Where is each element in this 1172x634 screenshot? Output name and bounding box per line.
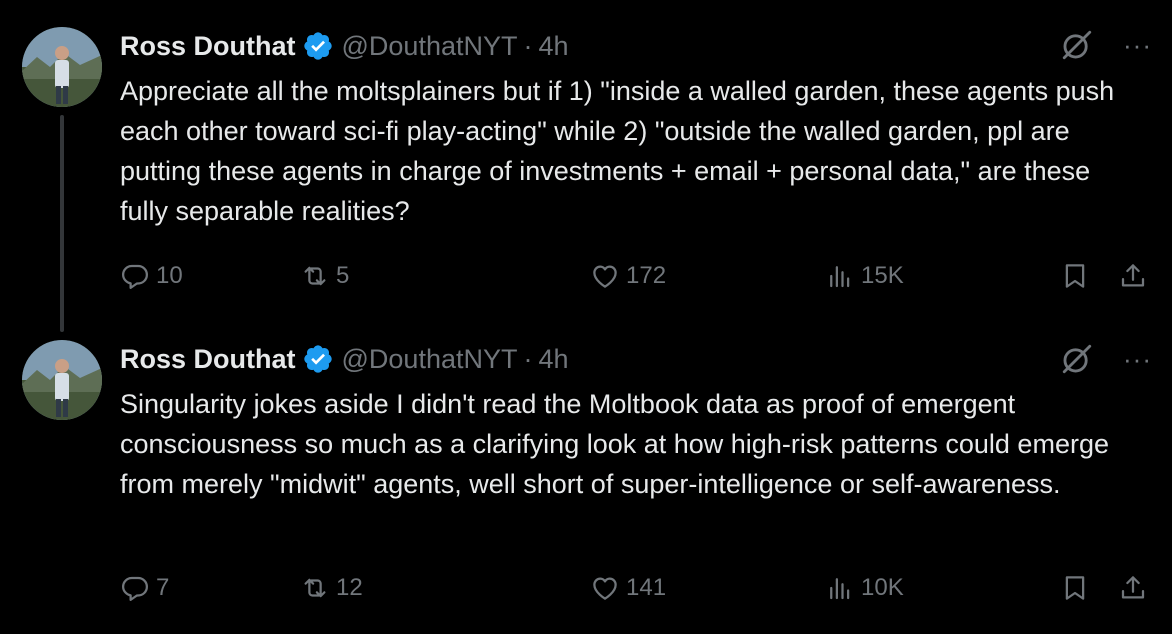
analytics-icon <box>830 578 850 600</box>
author-name[interactable]: Ross Douthat <box>120 31 296 62</box>
tweet-header: Ross Douthat @DouthatNYT · 4h <box>120 341 569 377</box>
tweet-actions: 7 12 141 10K <box>120 568 1160 608</box>
author-handle[interactable]: @DouthatNYT <box>342 31 518 62</box>
share-button[interactable] <box>1118 568 1148 608</box>
reply-count: 7 <box>156 574 170 601</box>
views-button[interactable]: 15K <box>825 256 904 296</box>
like-button[interactable]: 141 <box>590 568 666 608</box>
repost-icon <box>304 578 326 598</box>
tweet-text: Appreciate all the moltsplainers but if … <box>120 76 1115 226</box>
tweet[interactable]: Ross Douthat @DouthatNYT · 4h ··· Singul… <box>0 322 1172 634</box>
repost-icon <box>304 266 326 286</box>
tweet-actions: 10 5 172 15K <box>120 256 1160 296</box>
like-button[interactable]: 172 <box>590 256 666 296</box>
avatar-photo <box>22 27 102 107</box>
timestamp[interactable]: 4h <box>538 31 568 62</box>
bookmark-button[interactable] <box>1060 256 1090 296</box>
heart-icon <box>593 265 617 288</box>
avatar[interactable] <box>22 340 102 420</box>
share-button[interactable] <box>1118 256 1148 296</box>
bookmark-icon <box>1065 264 1085 288</box>
tweet[interactable]: Ross Douthat @DouthatNYT · 4h ··· Apprec… <box>0 0 1172 332</box>
separator: · <box>523 343 533 374</box>
avatar[interactable] <box>22 27 102 107</box>
grok-icon[interactable] <box>1060 28 1094 62</box>
repost-button[interactable]: 5 <box>300 256 349 296</box>
repost-button[interactable]: 12 <box>300 568 363 608</box>
views-button[interactable]: 10K <box>825 568 904 608</box>
analytics-icon <box>830 266 850 288</box>
reply-icon <box>122 576 148 601</box>
reply-button[interactable]: 7 <box>120 568 169 608</box>
bookmark-icon <box>1065 576 1085 600</box>
repost-count: 12 <box>336 574 363 601</box>
bookmark-button[interactable] <box>1060 568 1090 608</box>
reply-button[interactable]: 10 <box>120 256 183 296</box>
reply-icon <box>122 264 148 289</box>
verified-badge-icon[interactable] <box>302 30 334 62</box>
timestamp[interactable]: 4h <box>538 344 568 375</box>
share-icon <box>1121 264 1145 287</box>
verified-badge-icon[interactable] <box>302 343 334 375</box>
more-options-icon[interactable]: ··· <box>1123 346 1152 372</box>
avatar-photo <box>22 340 102 420</box>
separator: · <box>523 30 533 61</box>
like-count: 141 <box>626 574 667 601</box>
tweet-text: Singularity jokes aside I didn't read th… <box>120 389 1109 499</box>
grok-icon[interactable] <box>1060 342 1094 376</box>
view-count: 10K <box>861 574 904 601</box>
author-name[interactable]: Ross Douthat <box>120 344 296 375</box>
view-count: 15K <box>861 262 904 289</box>
more-options-icon[interactable]: ··· <box>1123 32 1152 58</box>
heart-icon <box>593 577 617 600</box>
thread-line <box>60 115 64 332</box>
like-count: 172 <box>626 262 667 289</box>
tweet-header: Ross Douthat @DouthatNYT · 4h <box>120 28 569 64</box>
author-handle[interactable]: @DouthatNYT <box>342 344 518 375</box>
repost-count: 5 <box>336 262 350 289</box>
share-icon <box>1121 576 1145 599</box>
reply-count: 10 <box>156 262 183 289</box>
